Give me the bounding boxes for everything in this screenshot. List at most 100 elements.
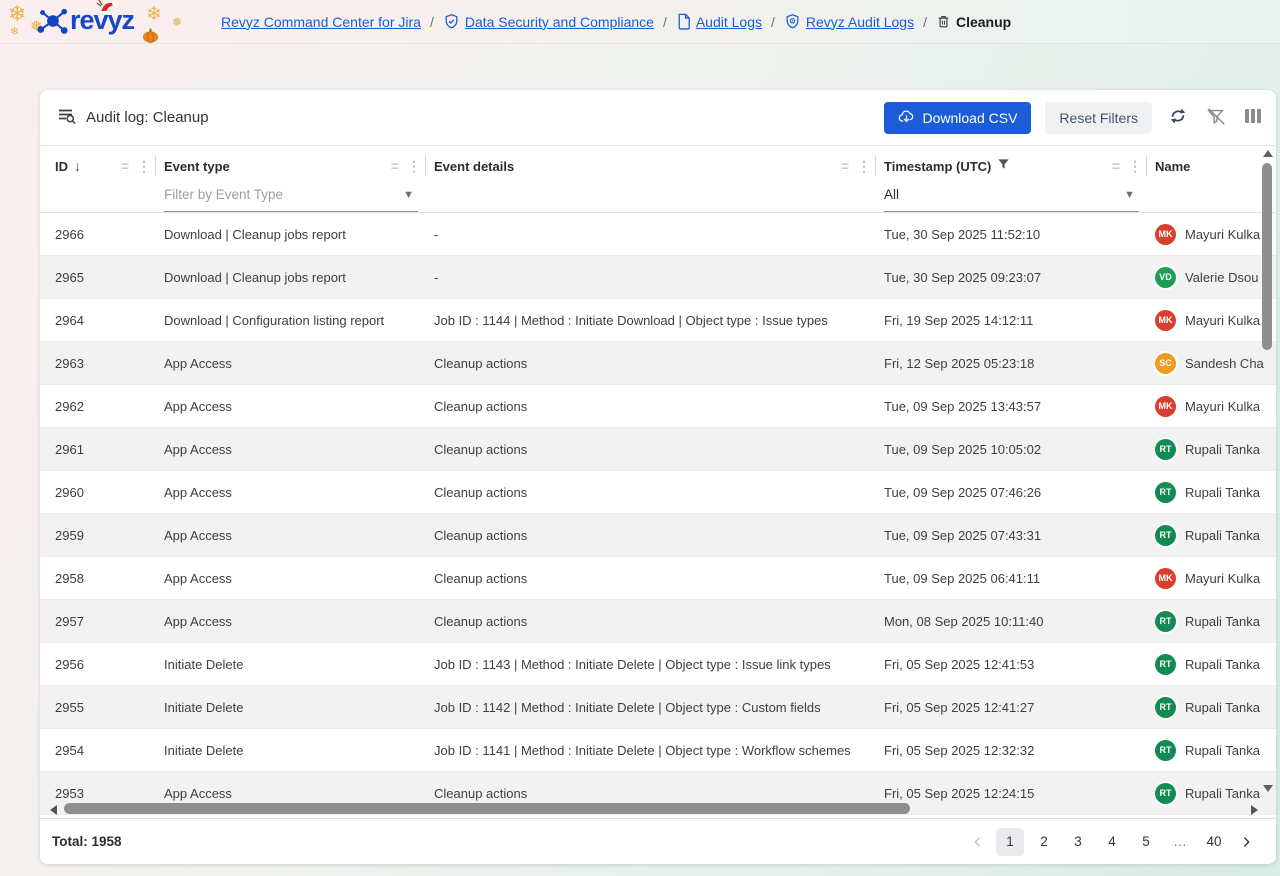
table-row[interactable]: 2956 Initiate Delete Job ID : 1143 | Metho…	[40, 643, 1276, 686]
column-label: ID	[55, 158, 68, 174]
cell-id: 2964	[55, 312, 84, 328]
event-type-filter-input[interactable]	[164, 187, 404, 202]
column-header-event-type[interactable]: Event type = ⋮	[155, 146, 434, 178]
download-csv-button[interactable]: Download CSV	[884, 101, 1032, 134]
cell-event-details: Job ID : 1142 | Method : Initiate Delete…	[434, 699, 821, 715]
breadcrumb-link[interactable]: Revyz Command Center for Jira	[221, 14, 421, 30]
snowflake-icon: ❄	[8, 0, 27, 26]
horizontal-scrollbar[interactable]	[50, 803, 1258, 815]
header-filter-row: ▼ All ▼	[40, 178, 1276, 212]
cell-name: RT Rupali Tanka	[1155, 428, 1276, 470]
column-label: Timestamp (UTC)	[884, 158, 992, 174]
audit-log-card: Audit log: Cleanup Download CSV Reset Fi…	[40, 90, 1276, 864]
header-label-row: ID ↓ = ⋮ Event type = ⋮ Event details = …	[40, 146, 1276, 178]
column-header-id[interactable]: ID ↓ = ⋮	[40, 146, 164, 178]
table-row[interactable]: 2961 App Access Cleanup actions Tue, 09 Sep…	[40, 428, 1276, 471]
table-row[interactable]: 2955 Initiate Delete Job ID : 1142 | Metho…	[40, 686, 1276, 729]
table-row[interactable]: 2959 App Access Cleanup actions Tue, 09 Sep…	[40, 514, 1276, 557]
cell-timestamp: Fri, 05 Sep 2025 12:41:27	[884, 699, 1035, 715]
scroll-down-arrow[interactable]	[1263, 785, 1273, 792]
page-button[interactable]: 40	[1200, 828, 1228, 856]
breadcrumb-link[interactable]: Audit Logs	[696, 14, 762, 30]
scroll-up-arrow[interactable]	[1263, 150, 1273, 157]
list-search-icon	[57, 106, 77, 130]
cell-event-type: App Access	[164, 441, 232, 457]
cell-timestamp: Fri, 05 Sep 2025 12:41:53	[884, 656, 1035, 672]
pager: 1 2 3 4 5… 40	[966, 827, 1258, 856]
vertical-scrollbar[interactable]	[1261, 150, 1273, 800]
cell-id: 2962	[55, 398, 84, 414]
chevron-down-icon[interactable]: ▼	[1124, 189, 1135, 201]
reset-filters-button[interactable]: Reset Filters	[1045, 101, 1152, 134]
page-button[interactable]: 2	[1030, 828, 1058, 856]
page-button[interactable]: 4	[1098, 828, 1126, 856]
cell-timestamp: Tue, 30 Sep 2025 11:52:10	[884, 226, 1041, 242]
page-button[interactable]: 1	[996, 827, 1024, 856]
cell-id: 2961	[55, 441, 84, 457]
column-header-timestamp[interactable]: Timestamp (UTC) = ⋮	[875, 146, 1155, 178]
cell-id: 2957	[55, 613, 84, 629]
user-name: Rupali Tanka	[1185, 699, 1260, 715]
filter-off-icon	[1206, 106, 1226, 129]
drag-handle-icon[interactable]: =	[1112, 158, 1120, 174]
table-row[interactable]: 2954 Initiate Delete Job ID : 1141 | Metho…	[40, 729, 1276, 772]
column-menu-icon[interactable]: ⋮	[137, 158, 151, 175]
cell-id: 2960	[55, 484, 84, 500]
chevron-down-icon[interactable]: ▼	[403, 189, 414, 201]
table-row[interactable]: 2960 App Access Cleanup actions Tue, 09 Sep…	[40, 471, 1276, 514]
horizontal-scroll-thumb[interactable]	[64, 803, 910, 814]
scroll-left-arrow[interactable]	[50, 805, 57, 815]
breadcrumb-link[interactable]: Revyz Audit Logs	[806, 14, 914, 30]
scroll-right-arrow[interactable]	[1251, 805, 1258, 815]
user-name: Rupali Tanka	[1185, 656, 1260, 672]
table-row[interactable]: 2958 App Access Cleanup actions Tue, 09 Sep…	[40, 557, 1276, 600]
table-row[interactable]: 2966 Download | Cleanup jobs report - Tue, …	[40, 213, 1276, 256]
drag-handle-icon[interactable]: =	[391, 158, 399, 174]
cell-name: RT Rupali Tanka	[1155, 643, 1276, 685]
cell-event-details: Cleanup actions	[434, 484, 528, 500]
pumpkin-icon	[142, 28, 159, 48]
cell-name: RT Rupali Tanka	[1155, 514, 1276, 556]
column-header-name[interactable]: Name	[1146, 146, 1276, 178]
table-row[interactable]: 2957 App Access Cleanup actions Mon, 08 Sep…	[40, 600, 1276, 643]
page-button[interactable]: 3	[1064, 828, 1092, 856]
column-menu-icon[interactable]: ⋮	[407, 158, 421, 175]
cell-id: 2958	[55, 570, 84, 586]
cell-name: MK Mayuri Kulka	[1155, 299, 1276, 341]
table-row[interactable]: 2963 App Access Cleanup actions Fri, 12 Sep…	[40, 342, 1276, 385]
filter-active-icon[interactable]	[997, 158, 1010, 174]
columns-button[interactable]	[1242, 106, 1264, 129]
table-row[interactable]: 2965 Download | Cleanup jobs report - Tue, …	[40, 256, 1276, 299]
page-button[interactable]: 5	[1132, 828, 1160, 856]
column-menu-icon[interactable]: ⋮	[857, 158, 871, 175]
next-page-button[interactable]	[1234, 830, 1258, 854]
table-body: 2966 Download | Cleanup jobs report - Tue, …	[40, 213, 1276, 815]
vertical-scroll-thumb[interactable]	[1262, 163, 1272, 350]
breadcrumb-separator: /	[429, 13, 434, 30]
breadcrumb-link[interactable]: Data Security and Compliance	[465, 14, 654, 30]
table-row[interactable]: 2964 Download | Configuration listing rep…	[40, 299, 1276, 342]
cell-timestamp: Tue, 09 Sep 2025 06:41:11	[884, 570, 1041, 586]
refresh-button[interactable]	[1166, 104, 1190, 131]
cell-timestamp: Fri, 19 Sep 2025 14:12:11	[884, 312, 1034, 328]
filter-off-button[interactable]	[1204, 104, 1228, 131]
user-name: Rupali Tanka	[1185, 613, 1260, 629]
drag-handle-icon[interactable]: =	[121, 158, 129, 174]
table-row[interactable]: 2962 App Access Cleanup actions Tue, 09 Sep…	[40, 385, 1276, 428]
page-ellipsis: …	[1166, 828, 1194, 856]
breadcrumb-current: Cleanup	[955, 13, 1012, 30]
sort-desc-icon[interactable]: ↓	[74, 158, 81, 174]
cell-event-details: -	[434, 269, 439, 285]
timestamp-filter-select[interactable]: All ▼	[884, 178, 1139, 212]
cell-id: 2965	[55, 269, 84, 285]
drag-handle-icon[interactable]: =	[841, 158, 849, 174]
user-name: Mayuri Kulka	[1185, 312, 1261, 328]
prev-page-button[interactable]	[966, 830, 990, 854]
cell-id: 2954	[55, 742, 84, 758]
cell-timestamp: Tue, 09 Sep 2025 10:05:02	[884, 441, 1042, 457]
cell-timestamp: Mon, 08 Sep 2025 10:11:40	[884, 613, 1044, 629]
santa-hat-icon	[96, 0, 120, 20]
column-header-event-details[interactable]: Event details = ⋮	[425, 146, 884, 178]
column-menu-icon[interactable]: ⋮	[1128, 158, 1142, 175]
avatar: RT	[1155, 653, 1176, 675]
